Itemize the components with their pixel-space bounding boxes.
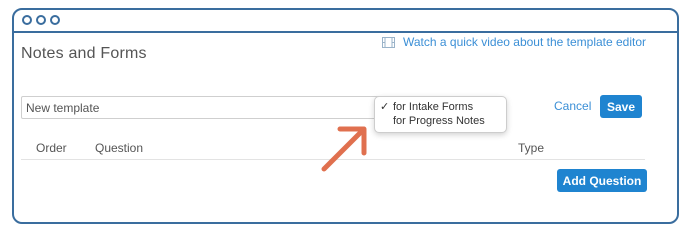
- annotation-arrow-icon: [321, 126, 367, 172]
- video-link[interactable]: Watch a quick video about the template e…: [382, 35, 646, 49]
- cancel-button[interactable]: Cancel: [554, 99, 591, 113]
- checkmark-icon: ✓: [380, 101, 390, 113]
- window-dot-icon: [22, 15, 32, 25]
- save-button[interactable]: Save: [600, 95, 642, 118]
- template-type-dropdown[interactable]: ✓ for Intake Forms for Progress Notes: [374, 96, 507, 133]
- dropdown-option-progress-notes[interactable]: for Progress Notes: [375, 114, 506, 128]
- window-dot-icon: [50, 15, 60, 25]
- film-icon: [382, 36, 395, 48]
- page-title: Notes and Forms: [21, 45, 147, 62]
- column-header-type: Type: [518, 141, 545, 155]
- column-header-question: Question: [95, 141, 144, 155]
- dropdown-option-intake-forms[interactable]: ✓ for Intake Forms: [375, 100, 506, 114]
- video-link-label: Watch a quick video about the template e…: [403, 35, 647, 49]
- window-dot-icon: [36, 15, 46, 25]
- dropdown-option-label: for Intake Forms: [393, 101, 474, 113]
- dropdown-option-label: for Progress Notes: [393, 115, 485, 127]
- template-name-input[interactable]: [21, 96, 381, 119]
- add-question-button[interactable]: Add Question: [557, 169, 647, 192]
- column-header-order: Order: [36, 141, 67, 155]
- window-titlebar: [14, 10, 677, 33]
